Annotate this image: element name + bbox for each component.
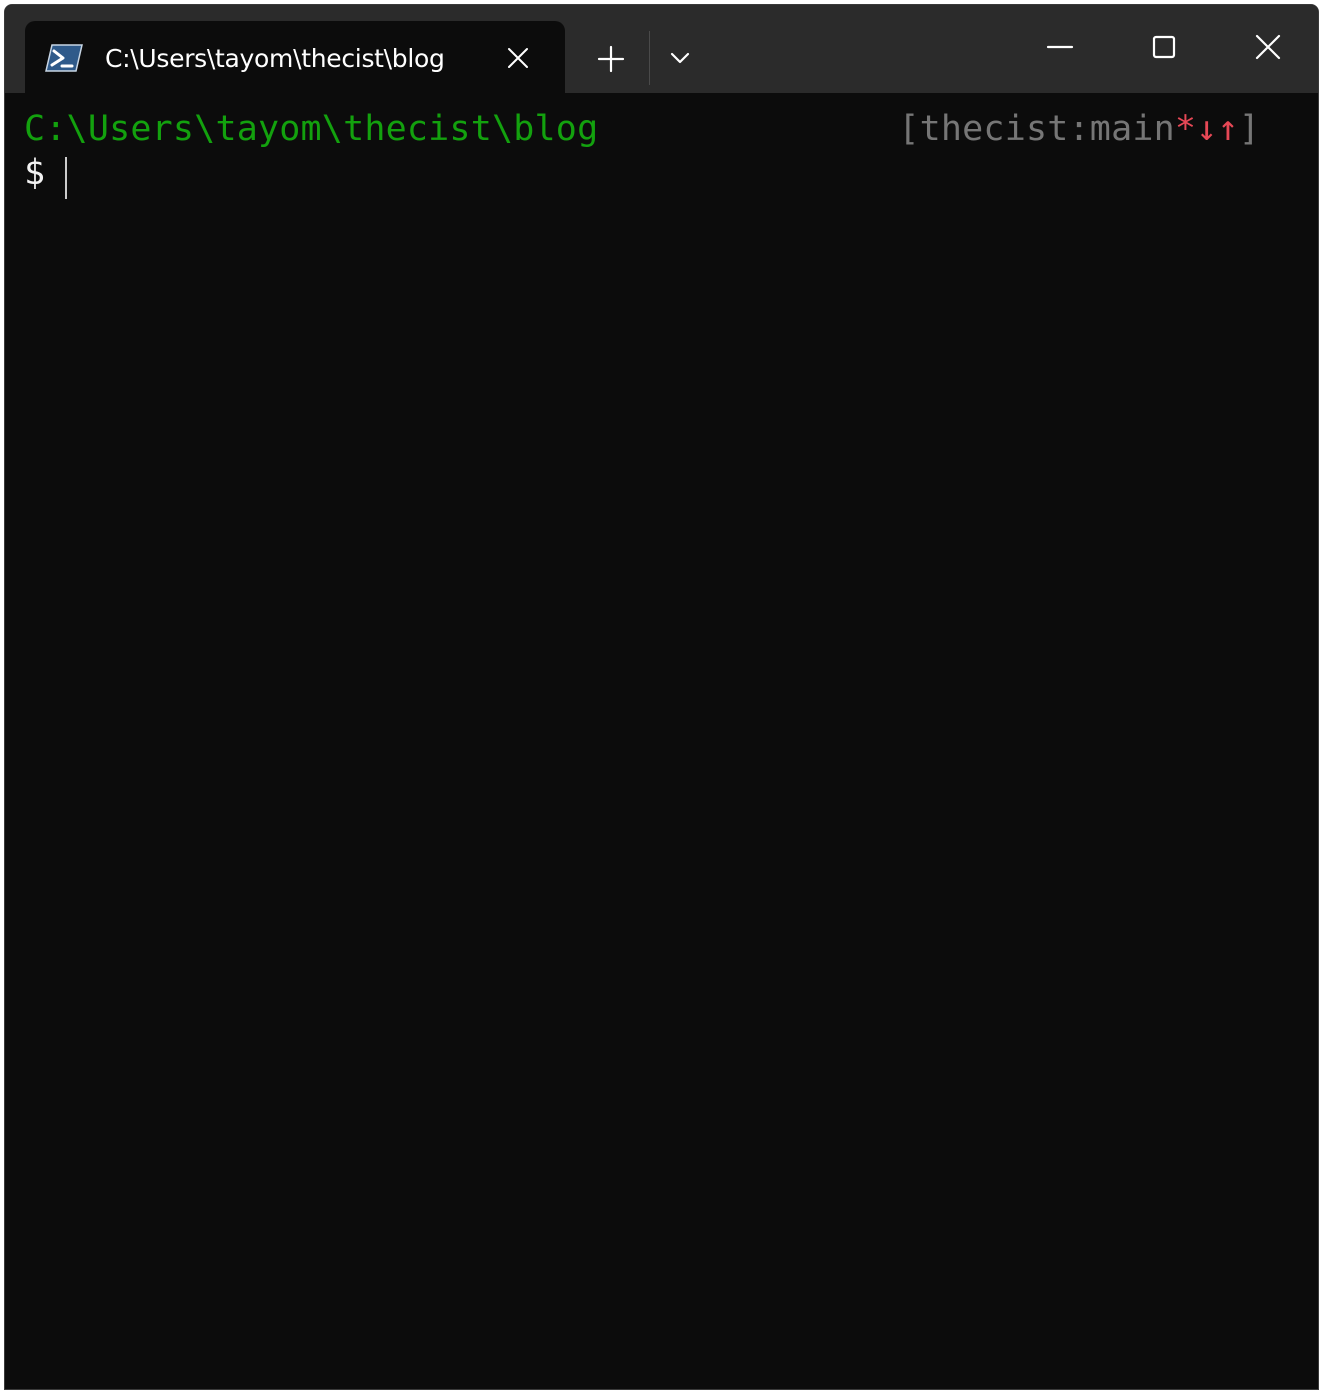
text-cursor xyxy=(65,157,67,199)
terminal-window: C:\Users\tayom\thecist\blog C:\Users\tay… xyxy=(4,4,1319,1390)
powershell-icon xyxy=(45,44,83,72)
maximize-icon[interactable] xyxy=(1140,25,1188,73)
close-icon[interactable] xyxy=(1244,25,1292,73)
new-tab-plus-icon[interactable] xyxy=(591,39,631,79)
git-branch: main xyxy=(1089,109,1175,149)
git-marks: *↓↑ xyxy=(1174,109,1239,149)
git-repo: thecist xyxy=(919,109,1069,149)
chevron-down-icon[interactable] xyxy=(663,43,697,73)
prompt-symbol: $ xyxy=(24,153,46,193)
terminal-content[interactable]: C:\Users\tayom\thecist\blog [thecist:mai… xyxy=(5,93,1318,1389)
minimize-icon[interactable] xyxy=(1036,25,1084,73)
title-bar[interactable]: C:\Users\tayom\thecist\blog xyxy=(5,5,1318,93)
git-separator: : xyxy=(1068,109,1090,149)
current-directory: C:\Users\tayom\thecist\blog xyxy=(24,109,599,149)
tab-active[interactable]: C:\Users\tayom\thecist\blog xyxy=(25,21,565,93)
git-open-bracket: [ xyxy=(898,109,920,149)
tab-divider xyxy=(649,31,650,85)
tab-title: C:\Users\tayom\thecist\blog xyxy=(105,44,445,73)
git-close-bracket: ] xyxy=(1238,109,1260,149)
tab-close-icon[interactable] xyxy=(503,43,533,73)
git-status: [thecist:main*↓↑] xyxy=(898,109,1260,149)
